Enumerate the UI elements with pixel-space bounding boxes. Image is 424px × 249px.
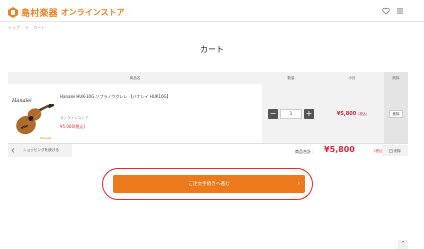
site-header: 島村楽器 オンラインストア (0, 0, 424, 22)
col-header-delete: 削除 (384, 72, 408, 84)
col-header-quantity: 数量 (287, 75, 295, 80)
cart-item-cell: Hanalei Hanalei Hanalei HUK-10G ソプラノウクレレ… (8, 84, 262, 143)
continue-shopping-label: ショッピングを続ける (23, 148, 59, 152)
cart-actions: ショッピングを続ける 商品合計 : ¥5,800 (税込) 削除 (8, 144, 408, 157)
subtotal-cell: ¥5,800 (税込) (320, 84, 384, 143)
subtotal-tax-note: (税込) (358, 112, 368, 116)
store-logo[interactable]: 島村楽器 オンラインストア (8, 6, 125, 19)
subtotal-price: ¥5,800 (336, 110, 357, 117)
col-header-subtotal: 小計 (348, 75, 356, 80)
cart-table-header: 商品名 数量 小計 削除 (8, 72, 408, 84)
product-store: オンラインストア (60, 116, 89, 120)
logo-mark-icon (8, 6, 18, 18)
quantity-decrease-button[interactable]: − (268, 108, 278, 119)
ukulele-product-image[interactable] (14, 104, 56, 138)
product-unit-price: ¥5,000(税込) (60, 124, 86, 129)
clear-cart-label: 削除 (394, 149, 401, 153)
scroll-to-top-button[interactable]: ^ (398, 240, 408, 249)
product-name[interactable]: Hanalei HUK-10G ソプラノウクレレ 【ハナレイ HUK10G】 (60, 94, 171, 100)
checkout-label: ご注文手続きへ進む (188, 182, 230, 187)
menu-icon[interactable] (396, 7, 404, 15)
cart-row: Hanalei Hanalei Hanalei HUK-10G ソプラノウクレレ… (8, 84, 408, 144)
breadcrumb-separator: > (25, 25, 29, 30)
breadcrumb-current: カート (33, 25, 46, 30)
trash-icon (389, 149, 393, 153)
delete-cell: 削除 (384, 84, 408, 143)
breadcrumb-home[interactable]: トップ (8, 25, 20, 31)
quantity-increase-button[interactable]: + (304, 108, 314, 119)
favorite-icon[interactable] (382, 7, 390, 15)
chevron-left-icon (11, 148, 15, 153)
quantity-input[interactable]: 1 (280, 108, 302, 119)
logo-subtitle: オンラインストア (60, 7, 125, 17)
continue-shopping-button[interactable]: ショッピングを続ける (8, 144, 72, 157)
cart-table: 商品名 数量 小計 削除 Hanalei Hanalei Hanalei HUK… (8, 72, 408, 144)
clear-cart-button[interactable]: 削除 (382, 145, 408, 156)
col-header-item: 商品名 (129, 75, 141, 80)
logo-text: 島村楽器 (21, 8, 58, 19)
breadcrumb: トップ > カート (8, 25, 45, 31)
page-title: カート (200, 45, 224, 54)
quantity-stepper: − 1 + (262, 84, 320, 143)
total-label: 商品合計 : (295, 149, 314, 154)
total-price: ¥5,800 (324, 145, 355, 154)
delete-item-button[interactable]: 削除 (389, 109, 403, 118)
product-brand-tag: Hanalei (40, 136, 52, 140)
chevron-right-icon: › (297, 180, 300, 187)
checkout-button[interactable]: ご注文手続きへ進む › (113, 175, 305, 193)
